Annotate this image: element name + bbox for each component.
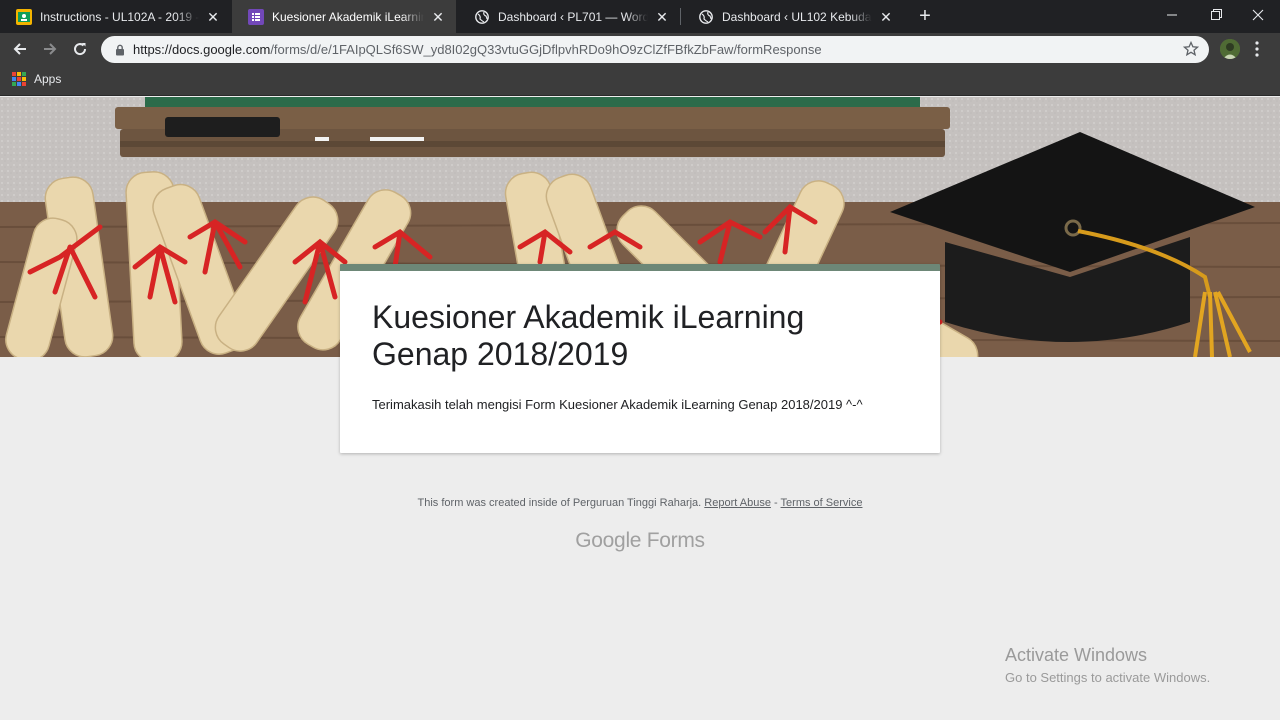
back-button[interactable] <box>8 37 32 61</box>
tab-title: Dashboard ‹ PL701 — WordPress <box>498 9 648 24</box>
close-window-button[interactable] <box>1236 0 1280 30</box>
profile-avatar[interactable] <box>1220 39 1240 59</box>
tab-strip: Instructions - UL102A - 2019 - Pe ✕ Kues… <box>0 0 1280 33</box>
globe-icon <box>474 9 490 25</box>
close-tab-icon[interactable]: ✕ <box>430 9 446 25</box>
bookmark-star-icon[interactable] <box>1183 41 1199 57</box>
tab-kuesioner[interactable]: Kuesioner Akademik iLearning Genap ✕ <box>232 0 456 33</box>
tab-dashboard-pl701[interactable]: Dashboard ‹ PL701 — WordPress ✕ <box>458 0 680 33</box>
forward-button[interactable] <box>38 37 62 61</box>
tab-dashboard-ul102[interactable]: Dashboard ‹ UL102 Kebudayaan ✕ <box>682 0 904 33</box>
classroom-icon <box>16 8 32 25</box>
page-content: Kuesioner Akademik iLearning Genap 2018/… <box>0 97 1280 720</box>
report-abuse-link[interactable]: Report Abuse <box>704 497 771 509</box>
close-tab-icon[interactable]: ✕ <box>878 9 894 25</box>
tab-instructions[interactable]: Instructions - UL102A - 2019 - Pe ✕ <box>0 0 231 33</box>
tab-title: Kuesioner Akademik iLearning Genap <box>272 9 424 24</box>
form-footer: This form was created inside of Pergurua… <box>0 497 1280 509</box>
footer-separator: - <box>774 497 778 509</box>
apps-grid-icon <box>12 72 26 86</box>
forms-icon <box>248 8 264 25</box>
lock-icon <box>116 44 124 55</box>
terms-of-service-link[interactable]: Terms of Service <box>781 497 863 509</box>
bookmarks-bar: Apps <box>0 64 1280 96</box>
apps-label: Apps <box>34 72 62 86</box>
globe-icon <box>698 9 714 25</box>
url-text: https://docs.google.com/forms/d/e/1FAIpQ… <box>133 42 822 57</box>
footer-text: This form was created inside of Pergurua… <box>417 497 702 509</box>
forms-logo-text: Forms <box>646 529 705 552</box>
restore-button[interactable] <box>1194 0 1238 30</box>
form-confirmation-card: Kuesioner Akademik iLearning Genap 2018/… <box>340 264 940 453</box>
url-path: /forms/d/e/1FAIpQLSf6SW_yd8I02gQ33vtuGGj… <box>270 42 822 57</box>
minimize-button[interactable] <box>1150 0 1194 30</box>
tab-title: Dashboard ‹ UL102 Kebudayaan <box>722 9 872 24</box>
google-logo-text: Google <box>575 529 642 552</box>
confirmation-message: Terimakasih telah mengisi Form Kuesioner… <box>372 397 863 412</box>
url-host: https://docs.google.com <box>133 42 271 57</box>
apps-bookmark[interactable]: Apps <box>12 72 61 86</box>
chrome-menu-icon[interactable] <box>1254 40 1260 58</box>
form-title: Kuesioner Akademik iLearning Genap 2018/… <box>372 299 805 372</box>
close-tab-icon[interactable]: ✕ <box>205 9 221 25</box>
tab-title: Instructions - UL102A - 2019 - Pe <box>40 9 199 24</box>
watermark-subtitle: Go to Settings to activate Windows. <box>1005 670 1211 685</box>
activate-windows-watermark: Activate Windows Go to Settings to activ… <box>1005 645 1210 685</box>
address-bar[interactable]: https://docs.google.com/forms/d/e/1FAIpQ… <box>101 36 1209 63</box>
tab-separator <box>680 8 681 25</box>
watermark-title: Activate Windows <box>1005 645 1148 665</box>
new-tab-button[interactable]: + <box>914 6 936 28</box>
browser-toolbar: https://docs.google.com/forms/d/e/1FAIpQ… <box>0 33 1280 64</box>
google-forms-logo[interactable]: Google Forms <box>0 529 1280 553</box>
reload-button[interactable] <box>68 37 92 61</box>
close-tab-icon[interactable]: ✕ <box>654 9 670 25</box>
